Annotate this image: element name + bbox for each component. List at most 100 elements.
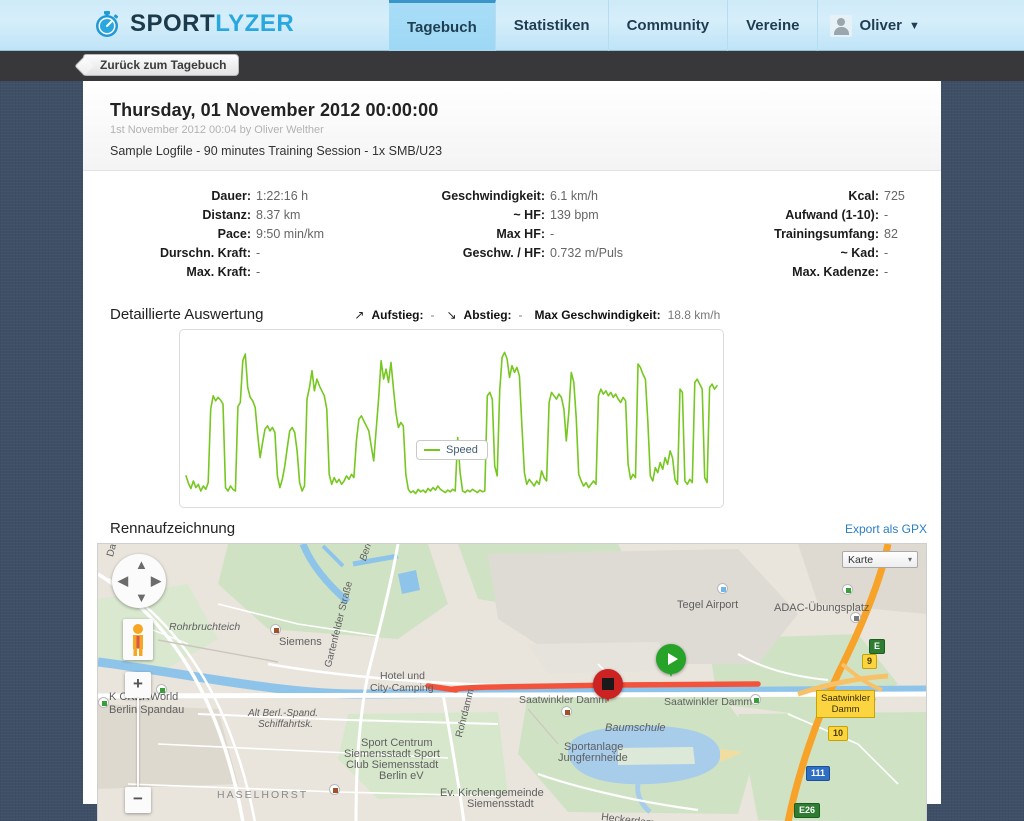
poi-marker[interactable]	[561, 706, 572, 717]
stat-label: Pace:	[217, 227, 251, 241]
back-to-diary-button[interactable]: Zurück zum Tagebuch	[83, 54, 240, 76]
highway-shield: 111	[806, 766, 831, 781]
parking-icon[interactable]	[850, 612, 861, 623]
map-type-selector[interactable]: Karte ▾	[842, 551, 918, 568]
start-marker[interactable]	[656, 644, 690, 688]
legend-label: Speed	[446, 444, 478, 456]
stat-value: 8.37 km	[256, 208, 301, 222]
poi-marker[interactable]	[98, 697, 109, 708]
poi-marker[interactable]	[156, 684, 167, 695]
stat-row: Kcal: 725	[655, 187, 941, 206]
analysis-header: Detaillierte Auswertung ↗ Aufstieg: - ↘ …	[83, 292, 941, 329]
stat-value: -	[884, 246, 889, 260]
stat-label: ~ HF:	[513, 208, 545, 222]
road-tooltip-line: Saatwinkler	[821, 693, 871, 704]
zoom-out-button[interactable]: −	[125, 787, 151, 813]
pan-control-icon[interactable]: ▲ ▼ ◀ ▶	[112, 554, 166, 608]
descent-value: -	[518, 308, 523, 322]
zoom-control[interactable]: + −	[125, 672, 151, 813]
stat-row: Geschwindigkeit: 6.1 km/h	[369, 187, 655, 206]
brand-logo[interactable]: SPORTLYZER	[92, 9, 294, 39]
pan-right-arrow[interactable]: ▶	[151, 573, 161, 589]
chart-legend: Speed	[416, 440, 488, 460]
stat-value: -	[256, 265, 261, 279]
stat-value: 82	[884, 227, 898, 241]
pan-left-arrow[interactable]: ◀	[118, 573, 128, 589]
export-gpx-link[interactable]: Export als GPX	[845, 522, 927, 536]
stat-row: Max HF: -	[369, 225, 655, 244]
pan-up-arrow[interactable]: ▲	[135, 557, 148, 572]
zoom-slider[interactable]	[137, 698, 139, 787]
stat-row: ~ HF: 139 bpm	[369, 206, 655, 225]
nav-item-statistiken[interactable]: Statistiken	[496, 0, 609, 51]
map-header: Rennaufzeichnung Export als GPX	[83, 508, 941, 543]
stat-value: 6.1 km/h	[550, 189, 598, 203]
brand-name-part2: LYZER	[215, 10, 295, 37]
entry-description: Sample Logfile - 90 minutes Training Ses…	[110, 144, 443, 158]
map-canvas	[98, 544, 926, 821]
street-view-pegman-icon[interactable]	[123, 619, 153, 660]
stat-row: Aufwand (1-10): -	[655, 206, 941, 225]
ascent-value: -	[430, 308, 435, 322]
nav-item-community[interactable]: Community	[609, 0, 729, 51]
chevron-down-icon: ▼	[909, 19, 920, 32]
stat-value: -	[884, 265, 889, 279]
page-title: Thursday, 01 November 2012 00:00:00	[110, 100, 439, 120]
stat-value: -	[884, 208, 889, 222]
content-sheet: Thursday, 01 November 2012 00:00:00 1st …	[83, 81, 941, 821]
top-navigation-bar: SPORTLYZER Tagebuch Statistiken Communit…	[0, 0, 1024, 51]
stat-label: Kcal:	[848, 189, 879, 203]
poi-marker[interactable]	[270, 624, 281, 635]
highway-shield: E	[869, 639, 886, 654]
analysis-meta: ↗ Aufstieg: - ↘ Abstieg: - Max Geschwind…	[354, 308, 720, 322]
brand-name-part1: SPORT	[130, 10, 216, 37]
finish-marker[interactable]	[593, 669, 627, 713]
stat-value: 725	[884, 189, 905, 203]
highway-shield: 10	[828, 726, 849, 741]
stat-value: 139 bpm	[550, 208, 599, 222]
stat-row: ~ Kad: -	[655, 244, 941, 263]
arrow-down-right-icon: ↘	[446, 308, 457, 322]
highway-shield: 9	[862, 654, 878, 669]
speed-chart[interactable]: Speed	[179, 329, 724, 508]
max-speed-label: Max Geschwindigkeit:	[534, 308, 661, 322]
stat-label: Dauer:	[211, 189, 251, 203]
stat-row: Trainingsumfang: 82	[655, 225, 941, 244]
stat-value: 1:22:16 h	[256, 189, 309, 203]
entry-header: Thursday, 01 November 2012 00:00:00 1st …	[83, 81, 941, 171]
nav-item-tagebuch[interactable]: Tagebuch	[389, 0, 496, 51]
user-menu[interactable]: Oliver ▼	[818, 0, 935, 51]
ascent-label: Aufstieg:	[371, 308, 424, 322]
poi-airport-marker[interactable]	[717, 583, 728, 594]
stat-value: 0.732 m/Puls	[550, 246, 623, 260]
road-tooltip-line: Damm	[831, 704, 860, 715]
map-type-value: Karte	[848, 553, 874, 566]
race-map[interactable]: DaumstraßeRohrbruchteichSiemensBernauer …	[97, 543, 927, 821]
zoom-in-button[interactable]: +	[125, 672, 151, 698]
stat-row: Geschw. / HF: 0.732 m/Puls	[369, 244, 655, 263]
summary-stats: Dauer: 1:22:16 h Distanz: 8.37 km Pace: 9:5…	[83, 171, 941, 292]
stat-row: Max. Kraft: -	[83, 263, 369, 282]
stopwatch-icon	[92, 9, 122, 39]
nav-item-vereine[interactable]: Vereine	[728, 0, 819, 51]
play-icon	[668, 653, 678, 665]
stat-value: -	[550, 227, 555, 241]
poi-marker[interactable]	[329, 784, 340, 795]
pan-down-arrow[interactable]: ▼	[135, 590, 148, 605]
highway-shield: E26	[794, 803, 821, 818]
arrow-up-right-icon: ↗	[354, 308, 365, 322]
stop-icon	[602, 678, 614, 690]
poi-marker[interactable]	[750, 694, 761, 705]
entry-meta: 1st November 2012 00:04 by Oliver Welthe…	[110, 124, 324, 136]
poi-marker[interactable]	[842, 584, 853, 595]
stat-row: Pace: 9:50 min/km	[83, 225, 369, 244]
user-menu-label: Oliver	[859, 17, 902, 34]
stat-label: Max. Kadenze:	[792, 265, 879, 279]
stat-label: Distanz:	[202, 208, 251, 222]
stat-value: -	[256, 246, 261, 260]
stat-label: Geschw. / HF:	[462, 246, 545, 260]
stat-label: Max HF:	[496, 227, 545, 241]
stat-label: Trainingsumfang:	[774, 227, 879, 241]
stat-label: Aufwand (1-10):	[785, 208, 879, 222]
stats-column-1: Dauer: 1:22:16 h Distanz: 8.37 km Pace: 9:5…	[83, 187, 369, 282]
